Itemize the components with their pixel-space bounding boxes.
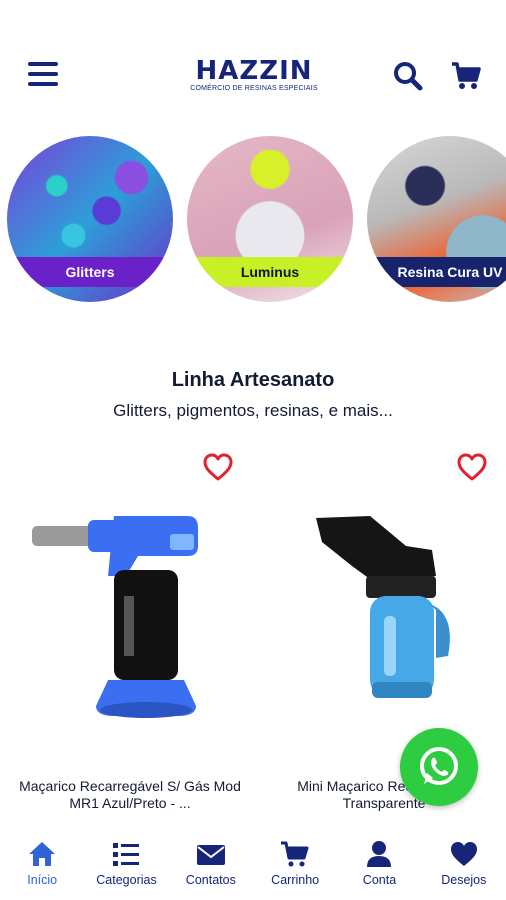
category-glitters[interactable]: Glitters [7,136,173,302]
product-image[interactable] [282,506,486,736]
nav-conta[interactable]: Conta [337,830,421,900]
logo[interactable]: HAZZIN COMÉRCIO DE RESINAS ESPECIAIS [190,58,318,96]
nav-label: Conta [362,873,397,887]
product-image[interactable] [28,506,232,736]
category-label: Resina Cura UV [367,257,506,287]
category-label: Glitters [7,257,173,287]
menu-button[interactable] [28,62,58,90]
nav-label: Categorias [96,873,157,887]
cart-button[interactable] [450,60,482,92]
nav-carrinho[interactable]: Carrinho [253,830,337,900]
category-carousel[interactable]: Glitters Luminus Resina Cura UV [0,136,506,306]
category-resina-cura-uv[interactable]: Resina Cura UV [367,136,506,302]
torch-lighter-image [32,516,198,718]
category-label: Luminus [187,257,353,287]
product-name: Maçarico Recarregável S/ Gás Mod MR1 Azu… [19,778,241,811]
logo-brand: HAZZIN [195,56,313,86]
user-icon [367,841,392,867]
cart-icon [281,841,309,867]
section-subtitle: Glitters, pigmentos, resinas, e mais... [113,401,393,420]
nav-contatos[interactable]: Contatos [169,830,253,900]
heart-outline-icon [203,453,233,481]
heart-outline-icon [457,453,487,481]
nav-desejos[interactable]: Desejos [422,830,506,900]
hamburger-icon [28,62,58,66]
nav-label: Carrinho [271,873,320,887]
whatsapp-button[interactable] [400,728,478,806]
search-icon [394,62,423,91]
favorite-button[interactable] [456,452,488,482]
nav-inicio[interactable]: Início [0,830,84,900]
favorite-button[interactable] [202,452,234,482]
bottom-navigation: Início Categorias Contatos Carrinho Cont… [0,830,506,900]
search-button[interactable] [392,60,424,92]
nav-label: Início [27,873,58,887]
list-icon [113,843,140,866]
category-luminus[interactable]: Luminus [187,136,353,302]
nav-categorias[interactable]: Categorias [84,830,168,900]
heart-icon [450,842,477,866]
home-icon [29,842,56,866]
app-header: HAZZIN COMÉRCIO DE RESINAS ESPECIAIS [0,0,506,130]
cart-icon [452,62,481,89]
section-title: Linha Artesanato [171,369,335,391]
logo-tagline: COMÉRCIO DE RESINAS ESPECIAIS [190,85,318,92]
nav-label: Desejos [441,873,487,887]
nav-label: Contatos [185,873,236,887]
mail-icon [196,845,225,865]
whatsapp-icon [420,747,458,785]
mini-torch-image [316,516,450,698]
product-card[interactable]: Maçarico Recarregável S/ Gás Mod MR1 Azu… [8,436,252,826]
